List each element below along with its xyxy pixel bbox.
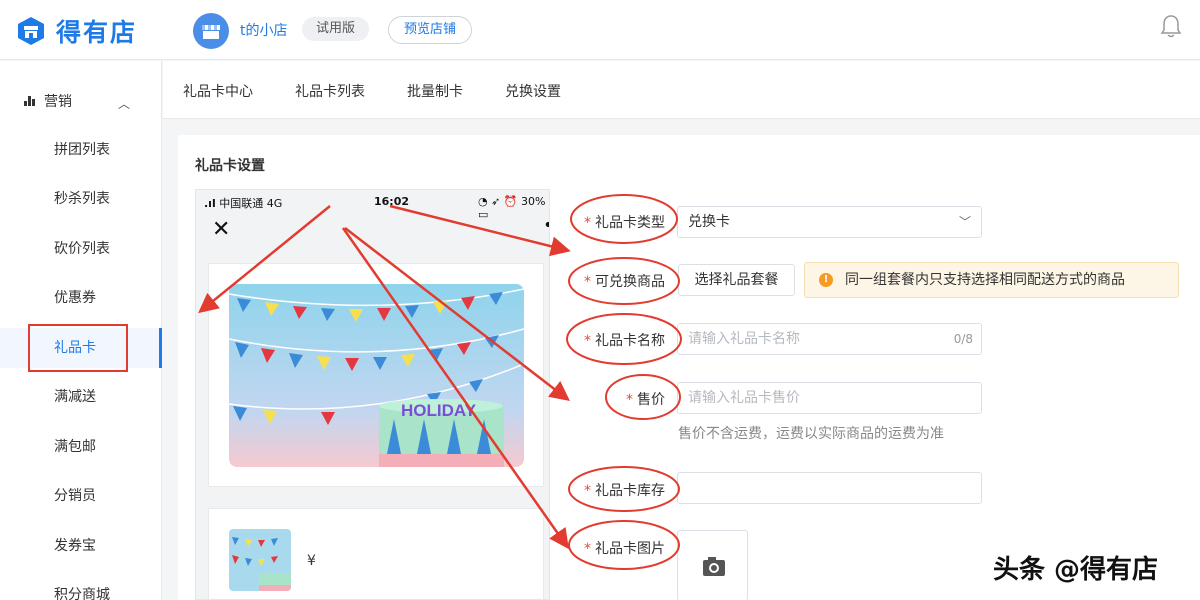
sidebar-item-free-shipping[interactable]: 满包邮: [0, 427, 162, 467]
required-mark: *: [626, 392, 633, 408]
preview-store-button[interactable]: 预览店铺: [388, 16, 473, 44]
required-mark: *: [584, 483, 591, 499]
sidebar-item-bargain[interactable]: 砍价列表: [0, 229, 162, 269]
shipping-notice-text: 同一组套餐内只支持选择相同配送方式的商品: [845, 272, 1125, 288]
card-name-input[interactable]: 请输入礼品卡名称 0/8: [677, 323, 982, 355]
label-card-type-text: 礼品卡类型: [595, 215, 665, 231]
more-icon[interactable]: •••: [543, 215, 549, 236]
label-card-image-text: 礼品卡图片: [595, 541, 665, 557]
label-card-image: * 礼品卡图片: [575, 538, 665, 558]
brand-name: 得有店: [56, 18, 138, 47]
tab-batch-card[interactable]: 批量制卡: [407, 81, 463, 101]
watermark: 头条 @得有店: [993, 555, 1159, 585]
brand-logo[interactable]: 得有店: [16, 13, 137, 49]
sidebar-item-group-buy[interactable]: 拼团列表: [0, 130, 162, 170]
camera-icon: [703, 557, 725, 576]
required-mark: *: [584, 274, 591, 290]
image-upload-button[interactable]: [677, 530, 748, 600]
signal-icon: .ıl: [204, 197, 216, 210]
panel-title: 礼品卡设置: [195, 158, 265, 174]
card-holiday-text: HOLIDAY: [401, 401, 477, 420]
label-card-name: * 礼品卡名称: [575, 330, 665, 350]
select-gift-package-button[interactable]: 选择礼品套餐: [678, 264, 795, 296]
shop-avatar-icon: [202, 25, 220, 39]
status-time: 16:02: [374, 195, 410, 208]
thumbnail-illustration: [229, 529, 291, 591]
gift-card-item: ¥: [208, 508, 544, 599]
gift-card-thumbnail: [229, 529, 291, 591]
bell-icon[interactable]: [1160, 14, 1182, 38]
label-stock: * 礼品卡库存: [575, 480, 665, 500]
sidebar-section-label: 营销: [44, 94, 72, 110]
gift-card-image: HOLIDAY: [229, 284, 524, 467]
top-header: 得有店 t的小店 试用版 预览店铺: [0, 0, 1200, 60]
gift-card-preview: HOLIDAY: [208, 263, 544, 487]
sidebar-section-marketing[interactable]: 营销: [24, 91, 72, 111]
holiday-card-illustration: HOLIDAY: [229, 284, 524, 467]
chevron-down-icon: ﹀: [958, 215, 971, 229]
sidebar-item-coupon-treasure[interactable]: 发券宝: [0, 526, 162, 566]
status-carrier-text: 中国联通 4G: [219, 197, 283, 210]
required-mark: *: [584, 215, 591, 231]
chevron-up-icon[interactable]: ︿: [118, 95, 130, 112]
phone-status-bar: .ıl 中国联通 4G 16:02 ◔ ➶ ⏰ 30% ▭: [196, 190, 549, 221]
tab-redeem-settings[interactable]: 兑换设置: [505, 81, 561, 101]
label-card-name-text: 礼品卡名称: [595, 333, 665, 349]
card-type-value: 兑换卡: [688, 214, 730, 230]
label-redeemable-goods: * 可兑换商品: [575, 271, 665, 291]
label-stock-text: 礼品卡库存: [595, 483, 665, 499]
shop-name[interactable]: t的小店: [240, 20, 288, 40]
store-logo-icon: [18, 17, 44, 45]
shipping-notice: ! 同一组套餐内只支持选择相同配送方式的商品: [804, 262, 1179, 298]
status-battery: 30%: [521, 195, 546, 208]
shop-avatar[interactable]: [193, 13, 229, 49]
price-hint: 售价不含运费，运费以实际商品的运费为准: [678, 426, 944, 442]
annotation-highlight-box: [28, 324, 128, 372]
card-name-placeholder: 请输入礼品卡名称: [688, 331, 800, 347]
label-redeemable-goods-text: 可兑换商品: [595, 274, 665, 290]
card-name-counter: 0/8: [953, 332, 973, 346]
card-type-select[interactable]: 兑换卡 ﹀: [677, 206, 982, 238]
sidebar-item-coupon[interactable]: 优惠券: [0, 278, 162, 318]
required-mark: *: [584, 333, 591, 349]
bar-chart-icon: [24, 96, 36, 106]
trial-badge: 试用版: [302, 17, 370, 41]
warning-icon: !: [819, 273, 833, 287]
phone-preview: .ıl 中国联通 4G 16:02 ◔ ➶ ⏰ 30% ▭ ✕ •••: [195, 189, 550, 600]
tab-gift-card-center[interactable]: 礼品卡中心: [183, 81, 253, 101]
price-input[interactable]: 请输入礼品卡售价: [677, 382, 982, 414]
sidebar-item-flash-sale[interactable]: 秒杀列表: [0, 179, 162, 219]
sidebar-item-distributor[interactable]: 分销员: [0, 476, 162, 516]
close-icon[interactable]: ✕: [212, 217, 230, 242]
label-price-text: 售价: [637, 392, 665, 408]
required-mark: *: [584, 541, 591, 557]
status-carrier: .ıl 中国联通 4G: [204, 195, 282, 211]
price-placeholder: 请输入礼品卡售价: [688, 390, 800, 406]
label-price: * 售价: [575, 389, 665, 409]
price-symbol: ¥: [307, 553, 316, 569]
stock-input[interactable]: [677, 472, 982, 504]
phone-nav-bar: ✕ •••: [196, 212, 549, 248]
label-card-type: * 礼品卡类型: [575, 212, 665, 232]
tab-gift-card-list[interactable]: 礼品卡列表: [295, 81, 365, 101]
sidebar-item-discount[interactable]: 满减送: [0, 377, 162, 417]
sidebar-item-points-mall[interactable]: 积分商城: [0, 575, 162, 600]
